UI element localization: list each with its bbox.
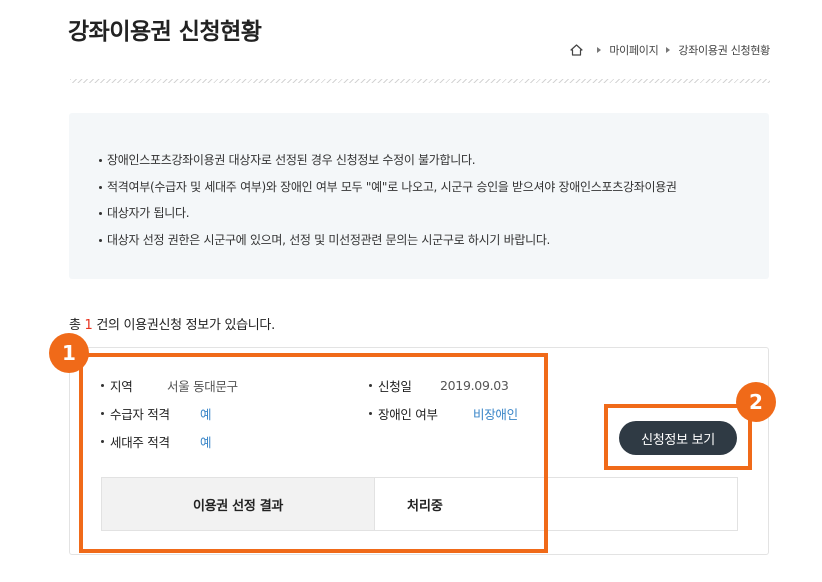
title-divider	[70, 79, 770, 83]
home-icon[interactable]	[570, 44, 583, 56]
breadcrumb-mypage[interactable]: 마이페이지	[609, 42, 658, 58]
breadcrumb-current: 강좌이용권 신청현황	[678, 44, 770, 57]
notice-list: 장애인스포츠강좌이용권 대상자로 선정된 경우 신청정보 수정이 불가합니다. …	[99, 147, 741, 253]
breadcrumb: 마이페이지 강좌이용권 신청현황	[570, 42, 770, 58]
notice-item-continued: 대상자가 됩니다.	[99, 200, 741, 227]
page-title: 강좌이용권 신청현황	[68, 19, 262, 45]
highlight-box-2	[604, 404, 752, 470]
notice-item-continued-text: 대상자가 됩니다.	[107, 206, 190, 220]
notice-item: 대상자 선정 권한은 시군구에 있으며, 선정 및 미선정관련 문의는 시군구로…	[99, 227, 741, 254]
chevron-right-icon	[666, 47, 671, 53]
count-number: 1	[84, 318, 93, 333]
result-count: 총 1 건의 이용권신청 정보가 있습니다.	[69, 314, 275, 333]
notice-box: 장애인스포츠강좌이용권 대상자로 선정된 경우 신청정보 수정이 불가합니다. …	[69, 113, 769, 279]
count-suffix: 건의 이용권신청 정보가 있습니다.	[96, 318, 275, 333]
notice-item: 장애인스포츠강좌이용권 대상자로 선정된 경우 신청정보 수정이 불가합니다.	[99, 147, 741, 174]
highlight-box-1	[79, 353, 548, 553]
highlight-badge-2: 2	[736, 382, 776, 422]
count-prefix: 총	[69, 318, 81, 333]
chevron-right-icon	[597, 47, 602, 53]
highlight-badge-1: 1	[49, 333, 89, 373]
notice-item: 적격여부(수급자 및 세대주 여부)와 장애인 여부 모두 "예"로 나오고, …	[99, 174, 741, 201]
